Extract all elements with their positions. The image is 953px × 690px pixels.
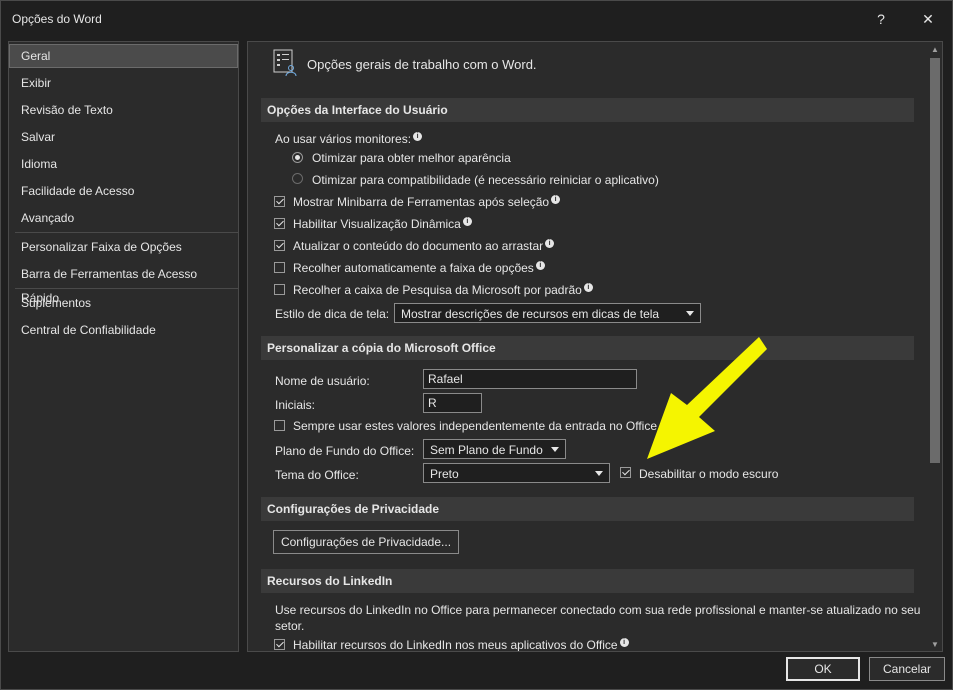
initials-label: Iniciais: [275, 398, 316, 412]
info-icon: i [551, 195, 561, 205]
linkedin-description-line2: setor. [275, 619, 305, 633]
scroll-down-icon[interactable]: ▼ [928, 637, 942, 651]
sidebar: Geral Exibir Revisão de Texto Salvar Idi… [8, 41, 239, 652]
checkbox-collapse-search-label: Recolher a caixa de Pesquisa da Microsof… [293, 283, 593, 297]
section-header-linkedin: Recursos do LinkedIn [261, 569, 914, 593]
sidebar-item-acesso[interactable]: Facilidade de Acesso [9, 179, 238, 203]
background-label: Plano de Fundo do Office: [275, 444, 415, 458]
privacy-settings-button[interactable]: Configurações de Privacidade... [273, 530, 459, 554]
radio-optimize-compat[interactable] [292, 173, 303, 184]
theme-label: Tema do Office: [275, 468, 359, 482]
username-input[interactable] [423, 369, 637, 389]
info-icon: i [583, 283, 593, 293]
section-title: Opções da Interface do Usuário [267, 103, 448, 117]
monitors-label: Ao usar vários monitores: i [275, 132, 423, 146]
checkbox-live-preview-label: Habilitar Visualização Dinâmica i [293, 217, 472, 231]
username-label: Nome de usuário: [275, 374, 370, 388]
checkbox-linkedin-label: Habilitar recursos do LinkedIn nos meus … [293, 638, 629, 651]
info-icon: i [413, 132, 423, 142]
vertical-scrollbar[interactable]: ▲ ▼ [928, 42, 942, 651]
sidebar-item-salvar[interactable]: Salvar [9, 125, 238, 149]
radio-optimize-appearance[interactable] [292, 152, 303, 163]
sidebar-item-geral[interactable]: Geral [9, 44, 238, 68]
checkbox-disable-dark-mode-label: Desabilitar o modo escuro [639, 467, 779, 481]
chevron-down-icon [595, 471, 603, 476]
checkbox-collapse-ribbon[interactable] [274, 262, 285, 273]
checkbox-disable-dark-mode[interactable] [620, 467, 631, 478]
sidebar-item-confiabilidade[interactable]: Central de Confiabilidade [9, 318, 238, 342]
checkbox-collapse-search[interactable] [274, 284, 285, 295]
radio-optimize-appearance-label: Otimizar para obter melhor aparência [312, 151, 511, 165]
linkedin-description-line1: Use recursos do LinkedIn no Office para … [275, 603, 921, 617]
checkbox-collapse-ribbon-label: Recolher automaticamente a faixa de opçõ… [293, 261, 545, 275]
annotation-arrow-icon [647, 337, 767, 459]
checkbox-minibar-label: Mostrar Minibarra de Ferramentas após se… [293, 195, 561, 209]
info-icon: i [535, 261, 545, 271]
section-title: Configurações de Privacidade [267, 502, 440, 516]
initials-input[interactable] [423, 393, 482, 413]
dialog-title: Opções do Word [12, 12, 102, 26]
checkbox-always-use[interactable] [274, 420, 285, 431]
cancel-button[interactable]: Cancelar [869, 657, 945, 681]
section-title: Personalizar a cópia do Microsoft Office [267, 341, 496, 355]
info-icon: i [545, 239, 555, 249]
section-header-personalize: Personalizar a cópia do Microsoft Office [261, 336, 914, 360]
radio-optimize-compat-label: Otimizar para compatibilidade (é necessá… [312, 173, 659, 187]
office-background-select[interactable]: Sem Plano de Fundo [423, 439, 566, 459]
screentip-label: Estilo de dica de tela: [275, 307, 390, 321]
sidebar-item-faixa[interactable]: Personalizar Faixa de Opções [9, 235, 238, 259]
page-title: Opções gerais de trabalho com o Word. [307, 57, 537, 72]
sidebar-item-avancado[interactable]: Avançado [9, 206, 238, 230]
sidebar-item-exibir[interactable]: Exibir [9, 71, 238, 95]
word-options-dialog: Opções do Word ? ✕ Geral Exibir Revisão … [0, 0, 953, 690]
office-background-value: Sem Plano de Fundo [430, 443, 543, 457]
checkbox-always-use-label: Sempre usar estes valores independenteme… [293, 419, 661, 433]
screentip-value: Mostrar descrições de recursos em dicas … [401, 307, 660, 321]
scroll-up-icon[interactable]: ▲ [928, 42, 942, 56]
checkbox-linkedin[interactable] [274, 639, 285, 650]
sidebar-divider [15, 232, 238, 233]
sidebar-item-barra-rapido[interactable]: Barra de Ferramentas de Acesso Rápido [9, 262, 238, 305]
section-title: Recursos do LinkedIn [267, 574, 393, 588]
sidebar-divider [15, 288, 238, 289]
ok-button[interactable]: OK [786, 657, 860, 681]
screentip-select[interactable]: Mostrar descrições de recursos em dicas … [394, 303, 701, 323]
sidebar-item-suplementos[interactable]: Suplementos [9, 291, 238, 315]
checkbox-minibar[interactable] [274, 196, 285, 207]
checkbox-update-drag[interactable] [274, 240, 285, 251]
section-header-privacy: Configurações de Privacidade [261, 497, 914, 521]
chevron-down-icon [551, 447, 559, 452]
info-icon: i [619, 638, 629, 648]
checkbox-update-drag-label: Atualizar o conteúdo do documento ao arr… [293, 239, 555, 253]
section-header-interface: Opções da Interface do Usuário [261, 98, 914, 122]
sidebar-item-idioma[interactable]: Idioma [9, 152, 238, 176]
title-bar: Opções do Word ? ✕ [1, 1, 952, 37]
info-icon: i [462, 217, 472, 227]
close-button[interactable]: ✕ [916, 9, 940, 29]
sidebar-item-revisao[interactable]: Revisão de Texto [9, 98, 238, 122]
options-content: Opções gerais de trabalho com o Word. Op… [247, 41, 943, 652]
checkbox-live-preview[interactable] [274, 218, 285, 229]
chevron-down-icon [686, 311, 694, 316]
office-theme-select[interactable]: Preto [423, 463, 610, 483]
help-button[interactable]: ? [869, 9, 893, 29]
general-options-icon [273, 49, 297, 77]
office-theme-value: Preto [430, 467, 459, 481]
scrollbar-thumb[interactable] [930, 58, 940, 463]
